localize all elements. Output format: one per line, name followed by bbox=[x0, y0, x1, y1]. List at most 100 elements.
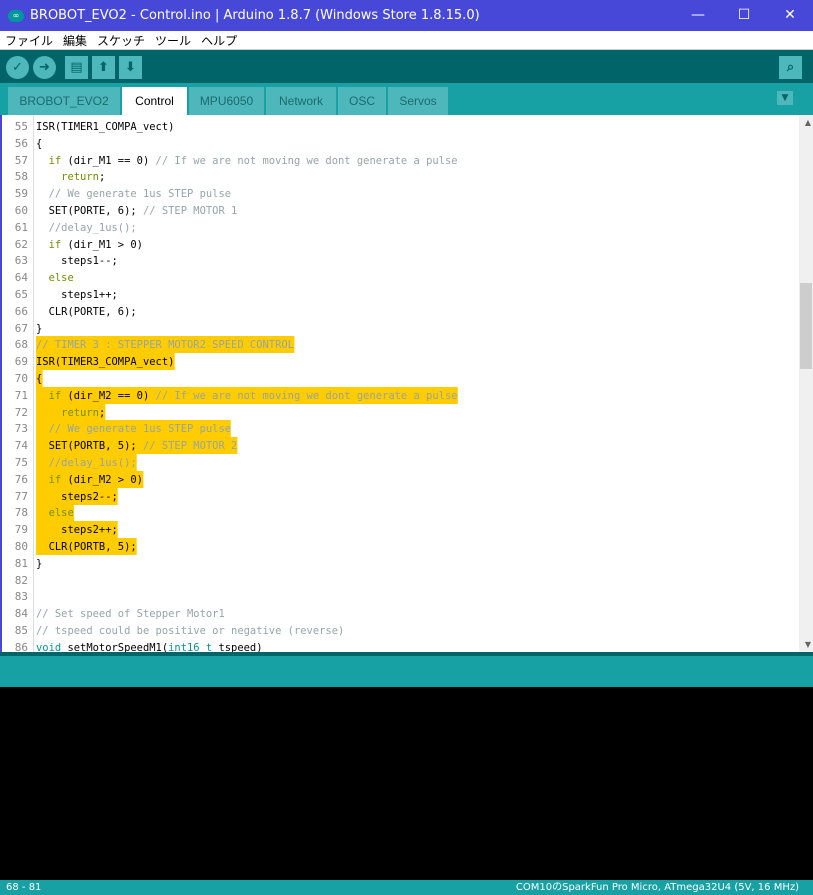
code-line: //delay_1us(); bbox=[36, 454, 137, 471]
code-token: steps1--; bbox=[36, 254, 118, 268]
code-line: return; bbox=[36, 403, 106, 421]
comment-token: // If we are not moving we dont generate… bbox=[155, 153, 458, 167]
vertical-scrollbar[interactable]: ▲ ▼ bbox=[799, 115, 813, 652]
line-number: 78 bbox=[14, 506, 28, 520]
serial-monitor-button[interactable]: ⌕ bbox=[779, 56, 802, 79]
maximize-button[interactable]: ☐ bbox=[721, 0, 767, 31]
comment-token: // STEP MOTOR 2 bbox=[142, 439, 238, 453]
line-number: 56 bbox=[14, 136, 28, 150]
keyword-token: if bbox=[48, 153, 62, 167]
scroll-up-icon[interactable]: ▲ bbox=[805, 118, 811, 127]
board-info: COM10のSparkFun Pro Micro, ATmega32U4 (5V… bbox=[515, 882, 799, 893]
line-number: 81 bbox=[14, 556, 28, 570]
code-token: steps2++; bbox=[36, 523, 118, 537]
scrollbar-thumb[interactable] bbox=[800, 283, 812, 369]
code-line: SET(PORTE, 6); // STEP MOTOR 1 bbox=[36, 202, 238, 219]
code-token: CLR(PORTE, 6); bbox=[36, 304, 137, 318]
close-button[interactable]: ✕ bbox=[767, 0, 813, 31]
line-number: 63 bbox=[14, 254, 28, 268]
save-button[interactable]: ⬇ bbox=[119, 56, 142, 79]
comment-token: // tspeed could be positive or negative … bbox=[36, 624, 345, 637]
menu-file[interactable]: ファイル bbox=[0, 32, 58, 49]
comment-token: // We generate 1us STEP pulse bbox=[48, 422, 232, 436]
open-button[interactable]: ⬆ bbox=[92, 56, 115, 79]
code-token: } bbox=[36, 556, 43, 570]
comment-token: // TIMER 3 : STEPPER MOTOR2 SPEED CONTRO… bbox=[36, 338, 294, 352]
tab-brobot-evo2[interactable]: BROBOT_EVO2 bbox=[8, 87, 120, 115]
code-token: ISR(TIMER1_COMPA_vect) bbox=[36, 120, 175, 133]
code-token: (dir_M2 == 0) bbox=[61, 388, 156, 402]
minimize-button[interactable]: — bbox=[675, 0, 721, 31]
code-line: CLR(PORTB, 5); bbox=[36, 538, 137, 555]
line-number: 77 bbox=[14, 489, 28, 503]
code-line: else bbox=[36, 269, 74, 286]
code-token: steps2--; bbox=[36, 489, 118, 503]
line-number: 59 bbox=[14, 187, 28, 201]
line-number: 71 bbox=[14, 388, 28, 402]
line-number: 72 bbox=[14, 405, 28, 419]
verify-button[interactable]: ✓ bbox=[6, 56, 29, 79]
code-line: } bbox=[36, 555, 42, 572]
keyword-token: if bbox=[48, 388, 62, 402]
code-line: if (dir_M2 > 0) bbox=[36, 470, 143, 488]
menu-help[interactable]: ヘルプ bbox=[196, 32, 242, 49]
line-number: 60 bbox=[14, 204, 28, 217]
tab-osc[interactable]: OSC bbox=[338, 87, 386, 115]
code-token: { bbox=[36, 136, 43, 150]
code-token: (dir_M2 > 0) bbox=[61, 472, 143, 486]
tab-servos[interactable]: Servos bbox=[388, 87, 448, 115]
code-line: ISR(TIMER1_COMPA_vect) bbox=[36, 118, 174, 135]
tab-menu-button[interactable]: ▼ bbox=[777, 91, 793, 105]
code-token: } bbox=[36, 321, 43, 335]
code-line: if (dir_M1 == 0) // If we are not moving… bbox=[36, 152, 458, 169]
editor-console-divider[interactable] bbox=[0, 652, 813, 687]
new-button[interactable]: ▤ bbox=[65, 56, 88, 79]
code-token: ISR(TIMER3_COMPA_vect) bbox=[36, 355, 175, 369]
code-token: (dir_M1 > 0) bbox=[61, 237, 143, 251]
toolbar: ✓ ➜ ▤ ⬆ ⬇ ⌕ bbox=[0, 50, 813, 83]
line-number: 58 bbox=[14, 170, 28, 184]
tab-control[interactable]: Control bbox=[122, 87, 187, 115]
line-number: 65 bbox=[14, 288, 28, 301]
code-token: setMotorSpeedM1( bbox=[61, 640, 169, 652]
code-token: tspeed) bbox=[212, 640, 263, 652]
keyword-token: else bbox=[48, 271, 74, 285]
line-number: 57 bbox=[14, 153, 28, 167]
code-token: ; bbox=[98, 405, 106, 419]
line-number: 62 bbox=[14, 237, 28, 251]
line-number: 82 bbox=[14, 573, 28, 587]
code-line: // We generate 1us STEP pulse bbox=[36, 185, 231, 202]
code-line: { bbox=[36, 135, 42, 152]
upload-button[interactable]: ➜ bbox=[33, 56, 56, 79]
code-token: steps1++; bbox=[36, 288, 118, 301]
code-line: { bbox=[36, 370, 43, 387]
line-number: 64 bbox=[14, 271, 28, 285]
line-number: 83 bbox=[14, 590, 28, 604]
window-title: BROBOT_EVO2 - Control.ino | Arduino 1.8.… bbox=[30, 8, 480, 23]
scroll-down-icon[interactable]: ▼ bbox=[805, 640, 811, 649]
code-line: steps2--; bbox=[36, 487, 118, 505]
code-token: CLR(PORTB, 5); bbox=[36, 540, 137, 553]
line-number: 75 bbox=[14, 456, 28, 469]
code-token: { bbox=[36, 372, 43, 385]
tab-network[interactable]: Network bbox=[266, 87, 336, 115]
menu-sketch[interactable]: スケッチ bbox=[92, 32, 150, 49]
menu-bar: ファイル 編集 スケッチ ツール ヘルプ bbox=[0, 31, 813, 50]
code-editor[interactable]: 55 ISR(TIMER1_COMPA_vect) 56 {57 if (dir_M1… bbox=[0, 115, 813, 652]
tab-mpu6050[interactable]: MPU6050 bbox=[189, 87, 264, 115]
comment-token: //delay_1us(); bbox=[48, 220, 137, 234]
code-line: return; bbox=[36, 168, 105, 185]
code-line: // Set speed of Stepper Motor1 bbox=[36, 605, 225, 622]
status-bar: 68 - 81 COM10のSparkFun Pro Micro, ATmega… bbox=[0, 880, 813, 895]
line-number: 67 bbox=[14, 321, 28, 335]
code-token: SET(PORTE, 6); bbox=[36, 204, 143, 217]
code-line: else bbox=[36, 504, 74, 522]
menu-tools[interactable]: ツール bbox=[150, 32, 196, 49]
code-line: //delay_1us(); bbox=[36, 219, 137, 236]
menu-edit[interactable]: 編集 bbox=[58, 32, 92, 49]
